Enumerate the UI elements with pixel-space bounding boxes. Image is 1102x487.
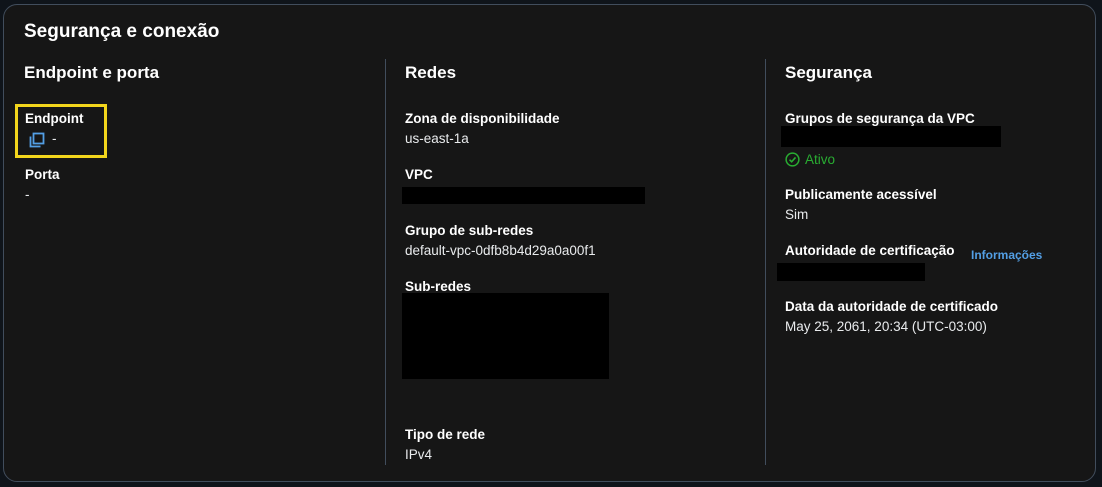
publicly-accessible-value: Sim bbox=[785, 207, 809, 222]
subnets-value-redacted bbox=[402, 293, 609, 379]
ca-date-label: Data da autoridade de certificado bbox=[785, 299, 999, 314]
networks-heading: Redes bbox=[405, 63, 457, 82]
availability-zone-label: Zona de disponibilidade bbox=[405, 111, 560, 126]
certificate-authority-label: Autoridade de certificação bbox=[785, 243, 955, 258]
status-text: Ativo bbox=[805, 152, 836, 167]
endpoint-value: - bbox=[52, 131, 57, 146]
column-divider-1 bbox=[385, 59, 386, 465]
network-type-label: Tipo de rede bbox=[405, 427, 486, 442]
vpc-label: VPC bbox=[405, 167, 433, 182]
info-link[interactable]: Informações bbox=[971, 248, 1042, 262]
vpc-value-redacted bbox=[402, 187, 645, 204]
security-groups-value-redacted bbox=[781, 126, 1001, 147]
check-circle-icon bbox=[785, 152, 800, 167]
port-value: - bbox=[25, 187, 30, 202]
security-group-status: Ativo bbox=[785, 152, 835, 167]
panel-title: Segurança e conexão bbox=[24, 21, 220, 42]
network-type-value: IPv4 bbox=[405, 447, 433, 462]
publicly-accessible-label: Publicamente acessível bbox=[785, 187, 937, 202]
availability-zone-value: us-east-1a bbox=[405, 131, 469, 146]
port-label: Porta bbox=[25, 167, 60, 182]
subnets-label: Sub-redes bbox=[405, 279, 472, 294]
ca-date-value: May 25, 2061, 20:34 (UTC-03:00) bbox=[785, 319, 987, 334]
endpoint-label: Endpoint bbox=[25, 111, 84, 126]
security-heading: Segurança bbox=[785, 63, 872, 82]
endpoint-port-heading: Endpoint e porta bbox=[24, 63, 160, 82]
certificate-authority-value-redacted bbox=[777, 263, 925, 281]
security-groups-label: Grupos de segurança da VPC bbox=[785, 111, 975, 126]
column-divider-2 bbox=[765, 59, 766, 465]
security-connection-panel: Segurança e conexão Endpoint e porta End… bbox=[3, 4, 1096, 482]
subnet-group-value: default-vpc-0dfb8b4d29a0a00f1 bbox=[405, 243, 596, 258]
subnet-group-label: Grupo de sub-redes bbox=[405, 223, 534, 238]
copy-icon[interactable] bbox=[29, 132, 45, 148]
